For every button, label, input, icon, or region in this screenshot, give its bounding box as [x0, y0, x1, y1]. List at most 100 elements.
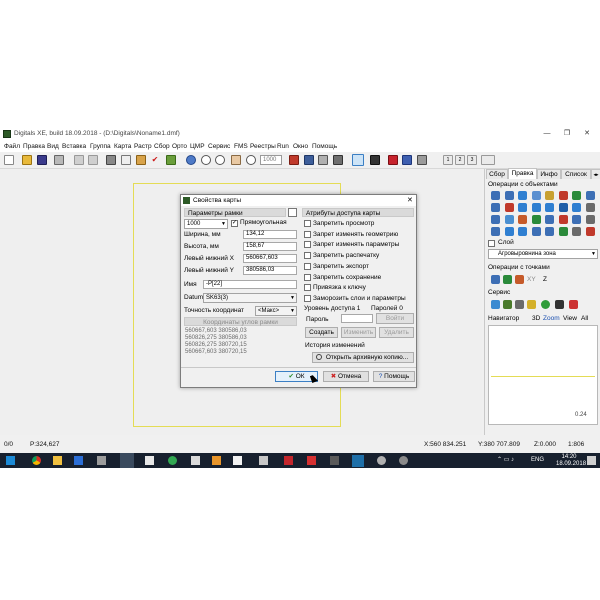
page-button-3[interactable]: 3: [467, 155, 477, 165]
frame-params-page-icon[interactable]: [288, 208, 297, 217]
object-tool-icon[interactable]: [491, 191, 500, 200]
corners-button[interactable]: Координаты углов рамки: [184, 317, 297, 326]
refresh-icon[interactable]: [166, 155, 176, 165]
object-tool-icon[interactable]: [558, 203, 568, 212]
menu-fms[interactable]: FMS: [234, 141, 248, 152]
style-icon[interactable]: [388, 155, 398, 165]
page-button-2[interactable]: 2: [455, 155, 465, 165]
page-menu-icon[interactable]: [481, 155, 495, 165]
pan-hand-icon[interactable]: [231, 155, 241, 165]
menu-help[interactable]: Помощь: [312, 141, 337, 152]
object-tool-icon[interactable]: [585, 191, 595, 200]
access-checkbox[interactable]: [304, 252, 311, 260]
redo-icon[interactable]: [88, 155, 98, 165]
select-pointer-icon[interactable]: [352, 154, 364, 166]
object-tool-icon[interactable]: [504, 227, 514, 236]
taskbar-app-17-icon[interactable]: [399, 456, 408, 465]
width-field[interactable]: 134,12: [243, 230, 297, 239]
digitals-taskbar-icon[interactable]: [120, 453, 134, 468]
create-button[interactable]: Создать: [305, 327, 338, 338]
object-tool-icon[interactable]: [585, 215, 595, 224]
object-tool-icon[interactable]: [572, 227, 581, 236]
service-tool-5-icon[interactable]: [541, 300, 550, 309]
maximize-button[interactable]: ❐: [558, 127, 576, 141]
menu-group[interactable]: Группа: [90, 141, 111, 152]
access-checkbox[interactable]: [304, 294, 311, 302]
palette-icon[interactable]: [402, 155, 412, 165]
object-tool-icon[interactable]: [531, 215, 541, 224]
object-tool-icon[interactable]: [585, 203, 595, 212]
chrome-icon[interactable]: [32, 456, 41, 465]
navigator-tab-view[interactable]: View: [563, 315, 577, 322]
menu-insert[interactable]: Вставка: [62, 141, 86, 152]
clock[interactable]: 14:20 18.09.2018: [556, 454, 586, 468]
layer-select[interactable]: Агровыровнина зона ▼: [488, 249, 598, 259]
page-button-1[interactable]: 1: [443, 155, 453, 165]
paste-icon[interactable]: [136, 155, 146, 165]
object-tool-icon[interactable]: [504, 215, 514, 224]
object-tool-icon[interactable]: [572, 215, 581, 224]
taskbar-app-12-icon[interactable]: [284, 456, 293, 465]
object-tool-icon[interactable]: [585, 227, 595, 236]
notifications-icon[interactable]: [587, 456, 596, 465]
taskbar-app-6-icon[interactable]: [145, 456, 154, 465]
points-xy-label[interactable]: XY: [527, 275, 536, 284]
object-tool-icon[interactable]: [545, 191, 554, 200]
object-tool-icon[interactable]: [518, 203, 527, 212]
tab-collect[interactable]: Сбор: [486, 169, 508, 179]
tab-info[interactable]: Инфо: [537, 169, 561, 179]
close-button[interactable]: ✕: [578, 127, 596, 141]
navigator-tab-zoom[interactable]: Zoom: [543, 315, 560, 322]
menu-service[interactable]: Сервис: [208, 141, 230, 152]
name-field[interactable]: -P[22]: [203, 280, 297, 289]
object-tool-icon[interactable]: [491, 227, 500, 236]
object-tool-icon[interactable]: [545, 203, 554, 212]
object-tool-icon[interactable]: [531, 203, 541, 212]
precision-select[interactable]: <Макс> ▼: [255, 306, 297, 316]
access-checkbox[interactable]: [304, 273, 311, 281]
new-file-icon[interactable]: [4, 155, 14, 165]
service-tool-7-icon[interactable]: [569, 300, 578, 309]
delete-button[interactable]: Удалить: [379, 327, 414, 338]
navigator-view[interactable]: 0.24: [488, 325, 598, 425]
object-tool-icon[interactable]: [545, 215, 554, 224]
raster-icon[interactable]: [333, 155, 343, 165]
frame-scale-select[interactable]: 1000 ▼: [184, 219, 228, 229]
tab-list[interactable]: Список: [561, 169, 591, 179]
taskbar-app-10-icon[interactable]: [233, 456, 242, 465]
copy-icon[interactable]: [121, 155, 131, 165]
access-checkbox[interactable]: [304, 241, 311, 249]
object-tool-icon[interactable]: [572, 191, 581, 200]
service-tool-4-icon[interactable]: [527, 300, 536, 309]
object-tool-icon[interactable]: [491, 215, 500, 224]
grid-icon[interactable]: [318, 155, 328, 165]
menu-ortho[interactable]: Орто: [172, 141, 187, 152]
tray-icons[interactable]: ⌃ ▭ ♪: [497, 453, 514, 468]
rect-checkbox[interactable]: ✓: [231, 220, 238, 227]
layers-icon[interactable]: [289, 155, 299, 165]
print-icon[interactable]: [54, 155, 64, 165]
taskbar-app-8-icon[interactable]: [191, 456, 200, 465]
change-button[interactable]: Изменить: [341, 327, 376, 338]
object-tool-icon[interactable]: [504, 191, 514, 200]
height-field[interactable]: 158,67: [243, 242, 297, 251]
checkmark-icon[interactable]: ✔: [150, 155, 160, 165]
zoom-window-icon[interactable]: [246, 155, 256, 165]
scale-input[interactable]: 1000: [260, 155, 282, 165]
datum-select[interactable]: SK63(3) ▼: [203, 293, 297, 303]
zoom-in-icon[interactable]: [201, 155, 211, 165]
object-tool-icon[interactable]: [531, 227, 541, 236]
service-tool-3-icon[interactable]: [515, 300, 524, 309]
taskbar-app-11-icon[interactable]: [259, 456, 268, 465]
taskbar-app-7-icon[interactable]: [168, 456, 177, 465]
point-move-icon[interactable]: [491, 275, 500, 284]
layer-checkbox[interactable]: [488, 240, 495, 247]
zoom-out-icon[interactable]: [215, 155, 225, 165]
menu-run[interactable]: Run: [277, 141, 289, 152]
object-tool-icon[interactable]: [504, 203, 514, 212]
cut-icon[interactable]: [106, 155, 116, 165]
enter-button[interactable]: Войти: [376, 313, 414, 324]
object-tool-icon[interactable]: [518, 227, 527, 236]
taskbar-app-3-icon[interactable]: [74, 456, 83, 465]
node-tool-icon[interactable]: [370, 155, 380, 165]
